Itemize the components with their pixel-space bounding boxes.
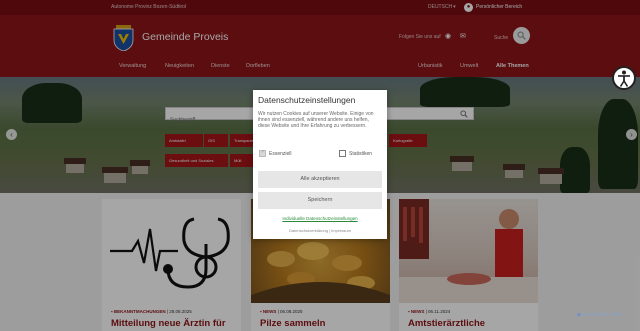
essential-checkbox[interactable] [259, 149, 266, 157]
accessibility-icon [618, 70, 630, 87]
dialog-title: Datenschutzeinstellungen [258, 95, 356, 105]
individual-settings-link[interactable]: Individuelle Datenschutzeinstellungen [253, 216, 387, 221]
provider-badge: Gesti Mobile Web [577, 312, 621, 318]
accessibility-button[interactable] [612, 66, 636, 90]
essential-label: Essenziell [269, 151, 292, 157]
accept-all-button[interactable]: Alle akzeptieren [258, 171, 382, 188]
privacy-settings-dialog: Datenschutzeinstellungen Wir nutzen Cook… [253, 90, 387, 239]
dialog-body: Wir nutzen Cookies auf unserer Website. … [258, 111, 374, 130]
statistics-checkbox[interactable] [339, 150, 346, 157]
statistics-label: Statistiken [349, 151, 373, 157]
save-button[interactable]: Speichern [258, 192, 382, 209]
dialog-footer-links[interactable]: Datenschutzerklärung | Impressum [253, 228, 387, 233]
